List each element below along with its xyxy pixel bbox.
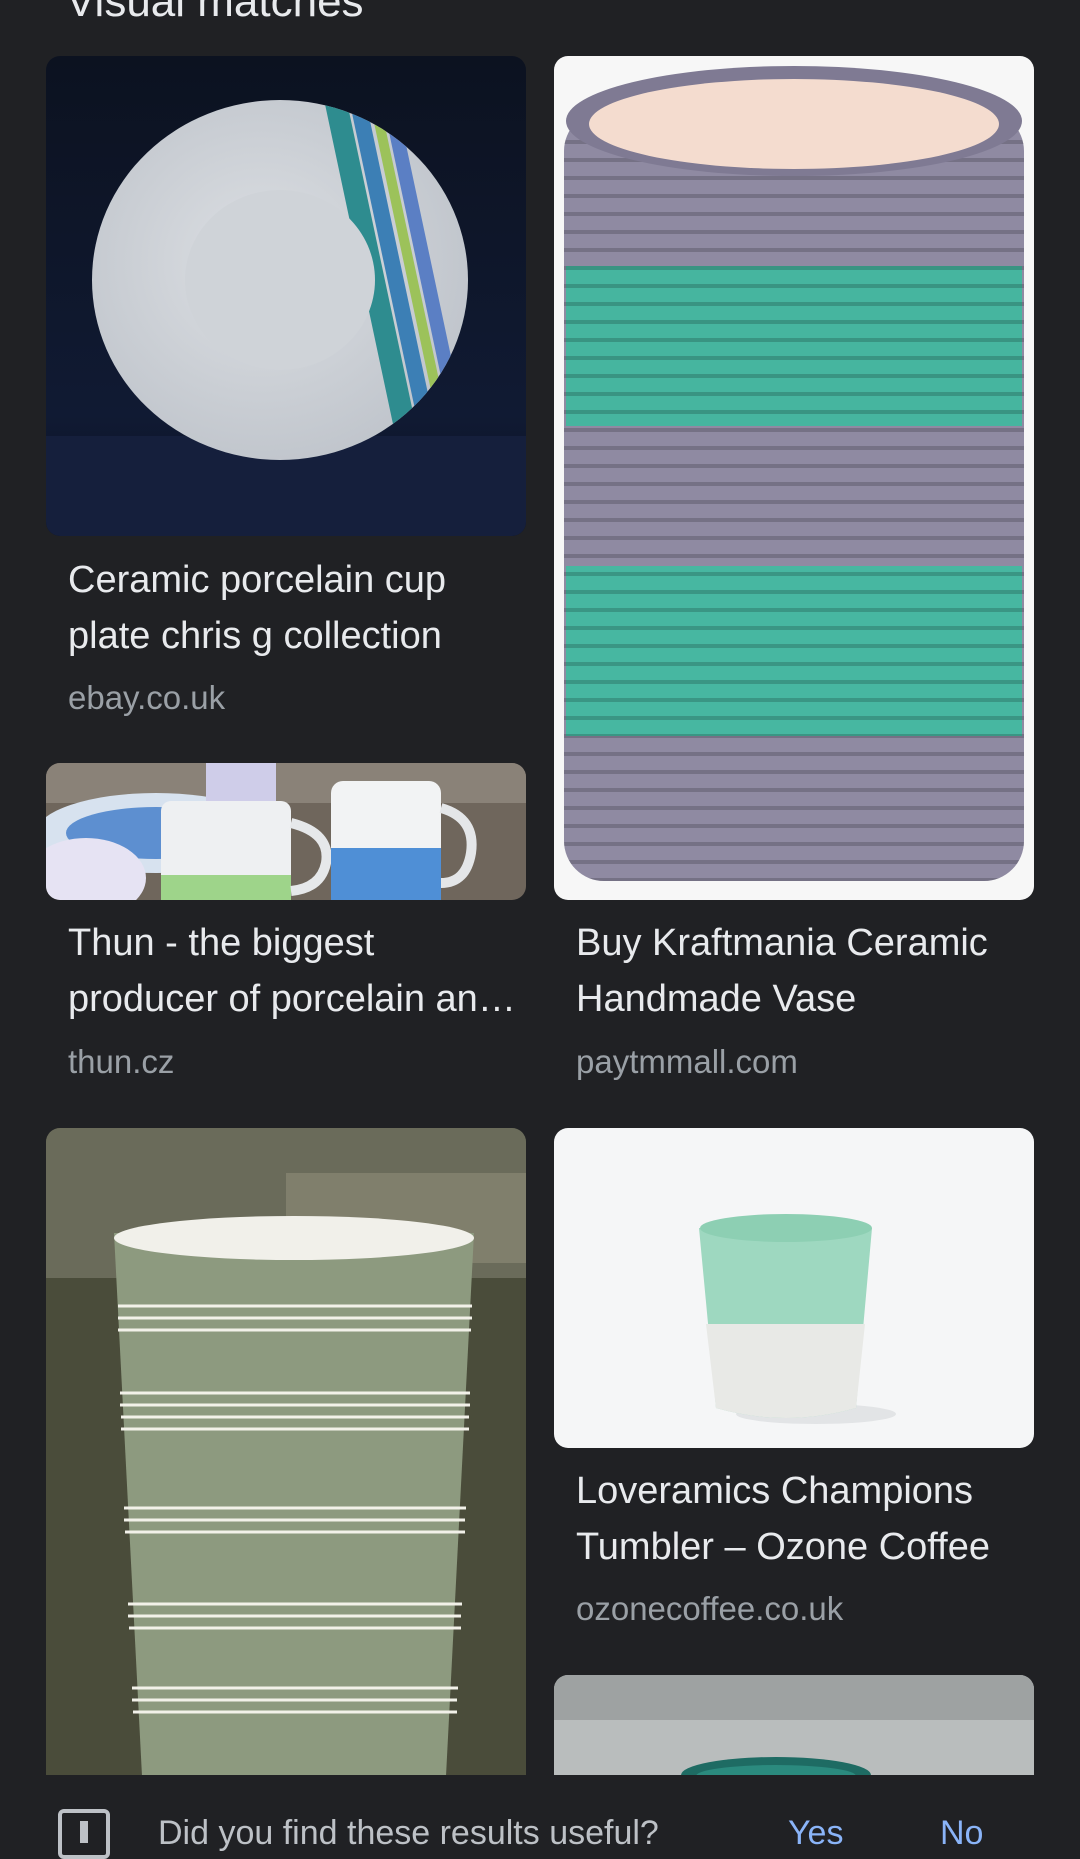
result-source: thun.cz [68,1043,175,1080]
section-title: Visual matches [66,0,364,26]
result-source: ebay.co.uk [68,679,226,716]
result-image-tumbler[interactable] [554,1128,1034,1448]
result-image-striped-cup[interactable] [46,1128,526,1776]
result-card-striped-cup[interactable] [46,1128,526,1776]
result-card-tumbler[interactable]: Loveramics Champions Tumbler – Ozone Cof… [554,1128,1034,1643]
feedback-icon [58,1809,110,1859]
feedback-question: Did you find these results useful? [158,1814,659,1852]
result-title[interactable]: Buy Kraftmania Ceramic Handmade Vase [576,915,1026,1027]
result-source: ozonecoffee.co.uk [576,1590,844,1627]
result-source: paytmmall.com [576,1043,798,1080]
result-image-mugs[interactable] [46,763,526,900]
result-title[interactable]: Ceramic porcelain cup plate chris g coll… [68,552,518,664]
feedback-no-button[interactable]: No [940,1814,983,1853]
result-card-vase[interactable]: Buy Kraftmania Ceramic Handmade Vase pay… [554,56,1034,1093]
result-card-plate[interactable]: Ceramic porcelain cup plate chris g coll… [46,56,526,726]
result-image-vase[interactable] [554,56,1034,900]
result-card-mugs[interactable]: Thun - the biggest producer of porcelain… [46,763,526,1093]
result-card-bowl[interactable] [554,1675,1034,1776]
result-title[interactable]: Loveramics Champions Tumbler – Ozone Cof… [576,1463,1026,1575]
result-image-bowl[interactable] [554,1675,1034,1776]
feedback-yes-button[interactable]: Yes [788,1814,843,1853]
result-title[interactable]: Thun - the biggest producer of porcelain… [68,915,518,1027]
result-image-plate[interactable] [46,56,526,536]
feedback-bar: Did you find these results useful? Yes N… [0,1775,1080,1859]
